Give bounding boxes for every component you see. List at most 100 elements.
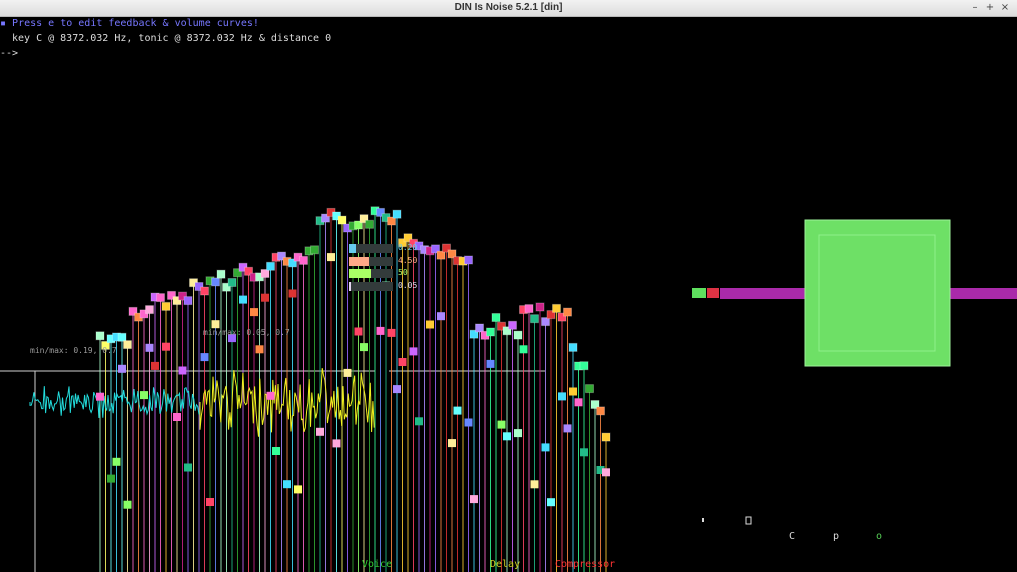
curve-handle xyxy=(580,448,588,457)
curve-handle xyxy=(398,358,407,366)
curve-handle xyxy=(547,498,555,507)
command-prompt[interactable]: --> xyxy=(0,48,18,59)
mixer-value: 0.20 xyxy=(398,243,418,252)
curve-handle xyxy=(211,320,220,329)
curve-handle xyxy=(535,302,545,312)
curve-handle xyxy=(117,332,127,342)
right-label-o: o xyxy=(876,531,883,542)
green-drone-box xyxy=(804,219,951,367)
curve-handle xyxy=(337,215,347,225)
curve-handle xyxy=(332,439,341,448)
tab-delay[interactable]: Delay xyxy=(490,559,520,570)
curve-handle xyxy=(558,392,566,401)
mixer-fill xyxy=(349,244,356,253)
mixer-row[interactable]: 50 xyxy=(328,268,438,279)
curve-handle xyxy=(211,277,220,287)
minmax-label-2: min/max: 0.05, 0.7 xyxy=(203,328,290,337)
curve-handle xyxy=(216,269,226,279)
curve-handle xyxy=(486,359,495,368)
curve-handle xyxy=(140,391,148,400)
curve-handle xyxy=(354,327,363,336)
hint-message: ▪ Press e to edit feedback & volume curv… xyxy=(0,18,259,29)
mixer-track[interactable] xyxy=(349,256,393,266)
curve-handle xyxy=(200,353,209,362)
curve-handle xyxy=(530,480,539,489)
curve-handle xyxy=(200,286,209,296)
tab-voice[interactable]: Voice xyxy=(362,559,392,570)
curve-handle xyxy=(294,485,302,494)
curve-handle xyxy=(453,406,462,415)
curve-handle xyxy=(173,413,181,421)
curve-handle xyxy=(162,342,170,351)
curve-handle xyxy=(343,368,352,377)
curve-handle xyxy=(563,424,572,433)
mixer-fill xyxy=(349,269,371,278)
mixer-fill xyxy=(349,256,369,266)
curve-handle xyxy=(107,474,115,483)
curve-editor[interactable] xyxy=(0,17,1017,572)
curve-handle xyxy=(96,392,104,401)
curve-handle xyxy=(266,261,275,271)
curve-handle xyxy=(183,296,193,306)
curve-handle xyxy=(283,480,291,489)
curve-handle xyxy=(585,384,594,394)
curve-handle xyxy=(601,432,611,442)
mixer-row[interactable]: 4.50 xyxy=(328,256,438,267)
curve-handle xyxy=(387,328,396,337)
curve-handle xyxy=(519,345,528,354)
mixer-value: 4.50 xyxy=(398,255,418,265)
window-title: DIN Is Noise 5.2.1 [din] xyxy=(454,2,563,13)
minmax-label: min/max: 0.19, 0.7 xyxy=(30,346,117,355)
minimize-button[interactable]: – xyxy=(968,1,982,15)
curve-handle xyxy=(239,295,247,304)
curve-handle xyxy=(156,293,165,303)
curve-handle xyxy=(250,308,258,317)
curve-handle xyxy=(568,342,578,352)
curve-handle xyxy=(503,432,511,441)
din-canvas[interactable]: ▪ Press e to edit feedback & volume curv… xyxy=(0,17,1017,572)
mixer-value: 0.05 xyxy=(398,280,418,290)
curve-handle xyxy=(569,387,577,396)
curve-handle xyxy=(112,457,121,466)
curve-handle xyxy=(206,498,214,506)
curve-handle xyxy=(161,301,171,311)
curve-handle xyxy=(491,313,501,322)
curve-handle xyxy=(255,345,264,354)
feedback-handle xyxy=(707,288,719,298)
curve-handle xyxy=(365,219,374,229)
mixer-value: 50 xyxy=(398,268,408,277)
marker xyxy=(745,516,752,525)
curve-handle xyxy=(552,303,561,313)
mixer-track[interactable] xyxy=(349,281,393,291)
hint-text: Press e to edit feedback & volume curves… xyxy=(12,18,259,29)
mixer-track[interactable] xyxy=(349,244,393,253)
curve-handle xyxy=(393,385,401,394)
curve-handle xyxy=(123,500,132,509)
mixer-track[interactable] xyxy=(349,269,393,278)
feedback-handle xyxy=(692,288,706,298)
marker xyxy=(702,518,704,522)
curve-handle xyxy=(151,361,159,370)
curve-handle xyxy=(514,429,522,438)
curve-handle xyxy=(415,417,423,426)
curve-handle xyxy=(464,255,473,265)
curve-handle xyxy=(563,307,572,317)
mixer-row[interactable]: 0.20 xyxy=(328,243,438,254)
curve-handle xyxy=(574,398,583,407)
mixer-row[interactable]: 0.05 xyxy=(328,281,438,292)
close-button[interactable]: × xyxy=(998,1,1012,15)
title-bar: DIN Is Noise 5.2.1 [din] – + × xyxy=(0,0,1017,17)
curve-handle xyxy=(541,443,550,452)
curve-handle xyxy=(530,314,539,324)
curve-handle xyxy=(508,320,517,330)
curve-handle xyxy=(376,326,385,335)
maximize-button[interactable]: + xyxy=(983,1,997,15)
tab-compressor[interactable]: Compressor xyxy=(555,559,615,570)
curve-handle xyxy=(310,245,319,255)
curve-handle xyxy=(602,468,610,477)
curve-handle xyxy=(437,312,445,321)
curve-handle xyxy=(288,289,297,298)
curve-handle xyxy=(470,495,478,504)
curve-handle xyxy=(448,439,456,448)
curve-handle xyxy=(145,343,154,352)
